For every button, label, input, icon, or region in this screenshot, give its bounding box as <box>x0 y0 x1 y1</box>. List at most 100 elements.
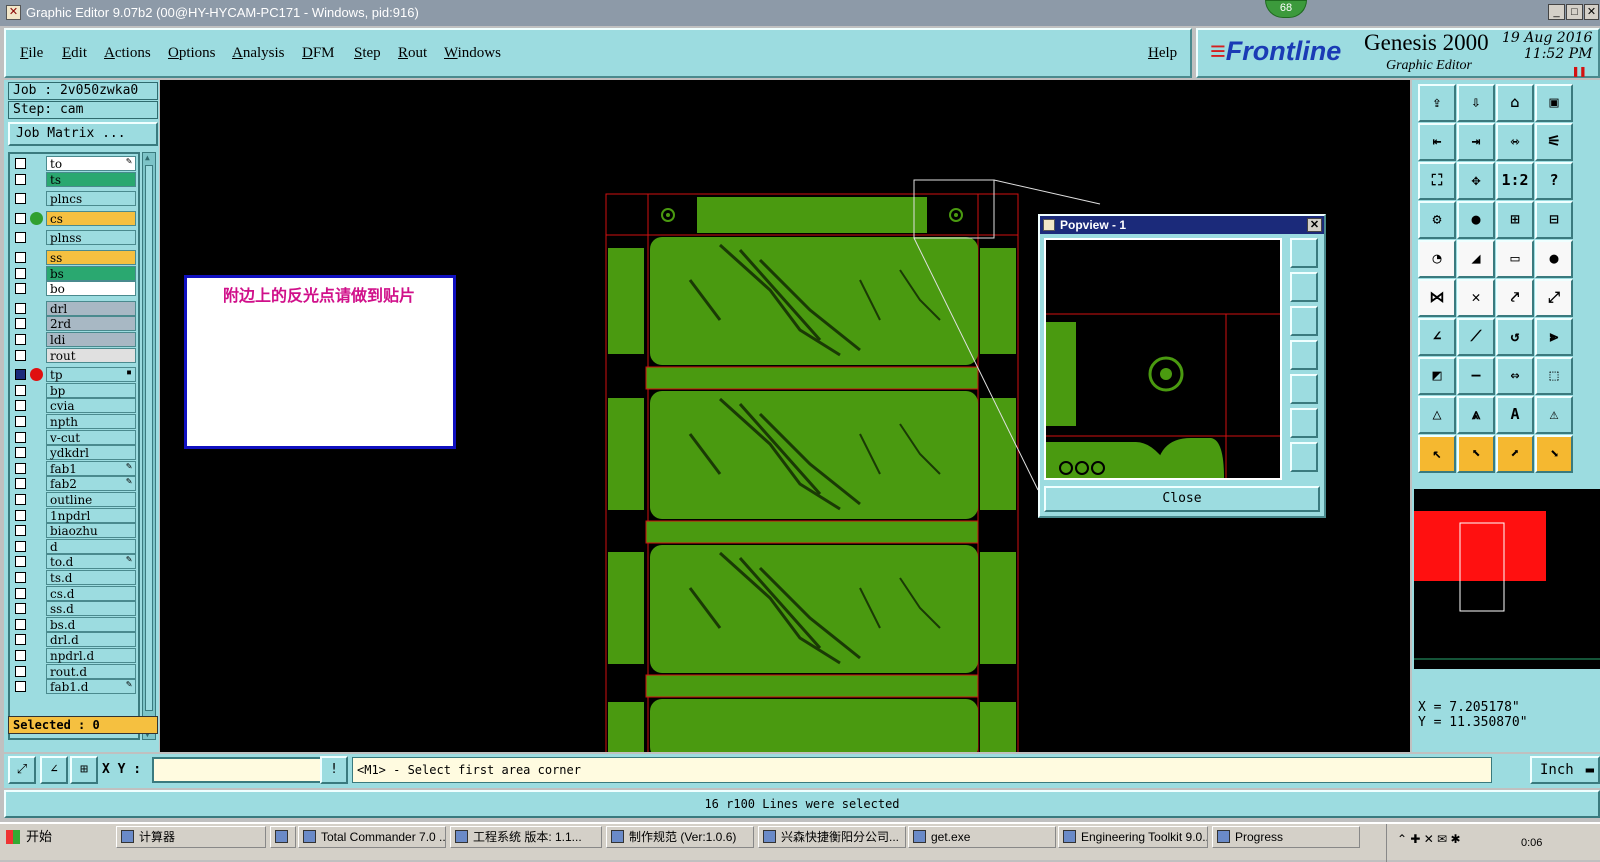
menu-actions[interactable]: Actions <box>104 45 151 62</box>
layer-name[interactable]: tp <box>46 367 136 383</box>
layer-name[interactable]: ss.d <box>46 601 136 617</box>
layer-row-rout[interactable]: rout <box>12 347 138 363</box>
select-box-icon[interactable]: ⬉ <box>1457 435 1495 473</box>
snap-icon[interactable]: ⤢ <box>8 756 36 784</box>
taskbar-item[interactable]: 制作规范 (Ver:1.0.6) <box>606 826 754 848</box>
minimize-button[interactable]: _ <box>1548 4 1565 20</box>
layer-name[interactable]: cvia <box>46 398 136 414</box>
pad-edit-icon[interactable]: ◩ <box>1418 357 1456 395</box>
layer-compare-icon[interactable]: ⊞ <box>1496 201 1534 239</box>
select-net-icon[interactable]: ⬊ <box>1535 435 1573 473</box>
layer-checkbox[interactable] <box>15 173 26 185</box>
popview-pan-left-icon[interactable] <box>1290 340 1318 370</box>
layer-checkbox[interactable] <box>15 369 26 381</box>
move-down-icon[interactable]: ⇩ <box>1457 84 1495 122</box>
layer-checkbox[interactable] <box>15 525 26 537</box>
layer-row-to-d[interactable]: to.d ✎ <box>12 554 138 570</box>
layer-row-v-cut[interactable]: v-cut <box>12 429 138 445</box>
job-matrix-button[interactable]: Job Matrix ... <box>8 122 158 146</box>
frame-icon[interactable]: ⫸ <box>1535 318 1573 356</box>
layer-row-outline[interactable]: outline <box>12 492 138 507</box>
layer-name[interactable]: bo <box>46 281 136 297</box>
layer-name[interactable]: 1npdrl <box>46 507 136 523</box>
tray-icons[interactable]: ⌃ ✚ ✕ ✉ ✱ <box>1397 832 1461 846</box>
layer-checkbox[interactable] <box>15 349 26 361</box>
layer-checkbox[interactable] <box>15 572 26 583</box>
pad-add-icon[interactable]: ◔ <box>1418 240 1456 278</box>
layer-checkbox[interactable] <box>15 267 26 279</box>
flip-icon[interactable]: ⇿ <box>1496 123 1534 161</box>
measure-icon[interactable]: ∠ <box>40 756 68 784</box>
triangle-a-icon[interactable]: △ <box>1418 396 1456 434</box>
taskbar-item[interactable]: get.exe <box>908 826 1056 848</box>
home-icon[interactable]: ⌂ <box>1496 84 1534 122</box>
layer-checkbox[interactable] <box>15 634 26 646</box>
start-button[interactable]: 开始 <box>2 826 106 848</box>
layer-checkbox[interactable] <box>15 509 26 521</box>
layer-checkbox[interactable] <box>15 494 26 505</box>
taskbar-item[interactable]: Progress <box>1212 826 1360 848</box>
layer-row-drl-d[interactable]: drl.d <box>12 632 138 648</box>
layer-name[interactable]: plnss <box>46 230 136 246</box>
layer-checkbox[interactable] <box>15 400 26 412</box>
cross-icon[interactable]: ✕ <box>1457 279 1495 317</box>
layer-checkbox[interactable] <box>15 416 26 427</box>
alert-icon[interactable]: ! <box>320 756 348 784</box>
layer-checkbox[interactable] <box>15 283 26 295</box>
layer-checkbox[interactable] <box>15 681 26 693</box>
move-up-icon[interactable]: ⇪ <box>1418 84 1456 122</box>
taskbar-item[interactable]: 工程系统 版本: 1.1... <box>450 826 602 848</box>
layer-row-to[interactable]: to ✎ <box>12 156 138 171</box>
layer-name[interactable]: ts.d <box>46 570 136 585</box>
layer-name[interactable]: cs.d <box>46 585 136 601</box>
layer-name[interactable]: rout.d <box>46 663 136 679</box>
ruler-icon[interactable]: ▭ <box>1496 240 1534 278</box>
zoom-window-icon[interactable]: ▣ <box>1535 84 1573 122</box>
layer-row-fab1-d[interactable]: fab1.d ✎ <box>12 679 138 695</box>
menu-rout[interactable]: Rout <box>398 45 427 62</box>
layer-checkbox[interactable] <box>15 318 26 330</box>
layer-row-npth[interactable]: npth <box>12 414 138 429</box>
close-window-button[interactable]: ✕ <box>1584 4 1599 20</box>
scroll-thumb[interactable] <box>145 165 153 711</box>
arc-add-icon[interactable]: ⤤ <box>1496 279 1534 317</box>
layer-name[interactable]: biaozhu <box>46 523 136 539</box>
layer-name[interactable]: ts <box>46 171 136 187</box>
select-icon[interactable]: ↖ <box>1418 435 1456 473</box>
layer-row-npdrl-d[interactable]: npdrl.d <box>12 648 138 663</box>
maximize-button[interactable]: □ <box>1566 4 1583 20</box>
layer-checkbox[interactable] <box>15 232 26 244</box>
resize-icon[interactable]: ⇔ <box>1496 357 1534 395</box>
popview-zoom-in-icon[interactable] <box>1290 408 1318 438</box>
layer-row-biaozhu[interactable]: biaozhu <box>12 523 138 539</box>
layer-checkbox[interactable] <box>15 650 26 661</box>
layer-checkbox[interactable] <box>15 158 26 169</box>
layer-row-ts-d[interactable]: ts.d <box>12 570 138 585</box>
layer-name[interactable]: outline <box>46 492 136 507</box>
layer-checkbox[interactable] <box>15 618 26 630</box>
layer-row-bs[interactable]: bs <box>12 265 138 281</box>
layer-checkbox[interactable] <box>15 603 26 615</box>
layer-row-1npdrl[interactable]: 1npdrl <box>12 507 138 523</box>
popview-pan-right-icon[interactable] <box>1290 374 1318 404</box>
overview-map[interactable] <box>1414 489 1600 669</box>
delete-line-icon[interactable]: — <box>1457 357 1495 395</box>
layer-name[interactable]: plncs <box>46 191 136 207</box>
layer-row-tp[interactable]: tp ▪ <box>12 367 138 383</box>
layer-name[interactable]: npth <box>46 414 136 429</box>
align-left-icon[interactable]: ⇤ <box>1418 123 1456 161</box>
layer-row-plncs[interactable]: plncs <box>12 191 138 207</box>
popview-zoom-icon[interactable] <box>1290 238 1318 268</box>
layer-name[interactable]: npdrl.d <box>46 648 136 663</box>
dot-add-icon[interactable]: ● <box>1535 240 1573 278</box>
layer-checkbox[interactable] <box>15 587 26 599</box>
layer-name[interactable]: fab1 <box>46 460 136 476</box>
layer-name[interactable]: v-cut <box>46 429 136 445</box>
layer-row-d[interactable]: d <box>12 538 138 554</box>
popview-pan-up-icon[interactable] <box>1290 272 1318 302</box>
rotate-icon[interactable]: ↺ <box>1496 318 1534 356</box>
shape-b-icon[interactable]: ⚠ <box>1535 396 1573 434</box>
scroll-up-icon[interactable]: ▲ <box>145 153 150 162</box>
taskbar-item[interactable]: Engineering Toolkit 9.0... <box>1058 826 1208 848</box>
layer-name[interactable]: ydkdrl <box>46 445 136 461</box>
